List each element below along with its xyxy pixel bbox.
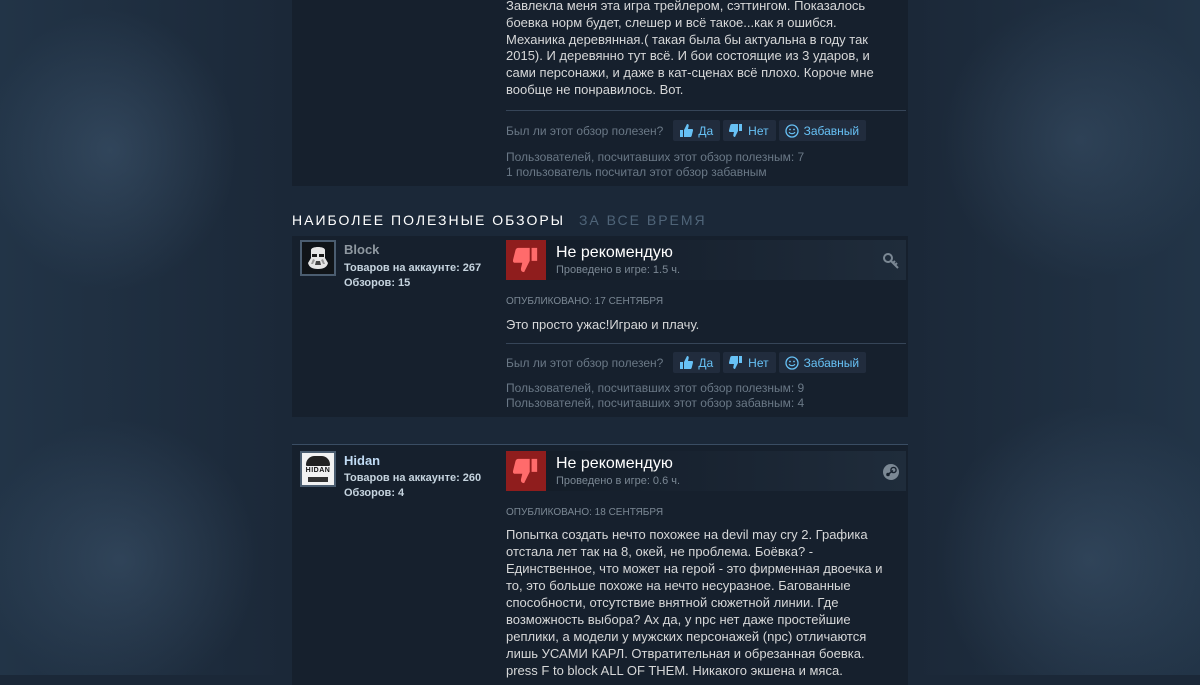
vote-funny-label: Забавный: [803, 123, 860, 138]
review-text: Это просто ужас!Играю и плачу.: [506, 317, 700, 332]
vote-yes-label: Да: [698, 123, 714, 138]
thumbs-down-icon: [513, 458, 538, 484]
vote-funny-button[interactable]: Забавный: [778, 120, 867, 141]
vote-yes-button[interactable]: Да: [673, 120, 721, 141]
divider: [506, 343, 906, 344]
author-meta: Товаров на аккаунте: 260 Обзоров: 4: [344, 471, 481, 501]
stat-helpful: Пользователей, посчитавших этот обзор по…: [506, 150, 805, 164]
author-name[interactable]: Block: [344, 242, 379, 257]
review-verdict[interactable]: Не рекомендую Проведено в игре: 1.5 ч.: [506, 240, 906, 280]
divider: [506, 110, 906, 111]
stormtrooper-avatar-icon: [302, 242, 334, 274]
posted-date: ОПУБЛИКОВАНО: 18 СЕНТЯБРЯ: [506, 507, 664, 518]
section-header: НАИБОЛЕЕ ПОЛЕЗНЫЕ ОБЗОРЫ ЗА ВСЕ ВРЕМЯ: [292, 212, 707, 228]
thumbs-up-icon: [680, 356, 694, 369]
thumbs-down-badge: [506, 451, 546, 491]
helpful-question: Был ли этот обзор полезен?: [506, 355, 664, 370]
smiley-icon: [784, 355, 799, 370]
playtime: Проведено в игре: 0.6 ч.: [556, 475, 681, 487]
author-review-count[interactable]: Обзоров: 4: [344, 486, 481, 501]
section-subtitle[interactable]: ЗА ВСЕ ВРЕМЯ: [579, 212, 707, 228]
author-review-count[interactable]: Обзоров: 15: [344, 276, 481, 291]
avatar[interactable]: HIDAN: [300, 451, 336, 487]
stat-funny: 1 пользователь посчитал этот обзор забав…: [506, 164, 767, 179]
review-stats: Пользователей, посчитавших этот обзор по…: [506, 150, 804, 179]
thumbs-down-icon: [513, 247, 538, 273]
avatar-text: HIDAN: [305, 467, 331, 474]
posted-date: ОПУБЛИКОВАНО: 17 СЕНТЯБРЯ: [506, 296, 664, 307]
helpful-row: Был ли этот обзор полезен? Да Нет Забавн…: [506, 352, 869, 373]
avatar[interactable]: [300, 240, 336, 276]
vote-funny-button[interactable]: Забавный: [778, 352, 867, 373]
thumbs-down-badge: [506, 240, 546, 280]
review-text: Попытка создать нечто похожее на devil m…: [506, 527, 883, 678]
stat-helpful: Пользователей, посчитавших этот обзор по…: [506, 381, 805, 395]
playtime: Проведено в игре: 1.5 ч.: [556, 264, 681, 276]
stat-funny: Пользователей, посчитавших этот обзор за…: [506, 395, 805, 410]
vote-yes-button[interactable]: Да: [673, 352, 721, 373]
review-text: Завлекла меня эта игра трейлером, сэттин…: [506, 0, 874, 97]
vote-yes-label: Да: [698, 355, 714, 370]
author-products[interactable]: Товаров на аккаунте: 267: [344, 261, 481, 276]
author-meta: Товаров на аккаунте: 267 Обзоров: 15: [344, 261, 481, 291]
vote-no-label: Нет: [748, 123, 769, 138]
smiley-icon: [784, 123, 799, 138]
verdict-title: Не рекомендую: [556, 455, 673, 472]
section-title: НАИБОЛЕЕ ПОЛЕЗНЫЕ ОБЗОРЫ: [292, 212, 566, 228]
thumbs-down-icon: [729, 356, 743, 369]
vote-no-button[interactable]: Нет: [723, 352, 776, 373]
hidan-avatar-image: HIDAN: [302, 453, 334, 485]
review-stats: Пользователей, посчитавших этот обзор по…: [506, 381, 804, 410]
vote-no-button[interactable]: Нет: [723, 120, 776, 141]
steam-icon: [883, 464, 899, 480]
vote-funny-label: Забавный: [803, 355, 860, 370]
thumbs-up-icon: [680, 124, 694, 137]
key-icon: [883, 253, 899, 269]
author-name[interactable]: Hidan: [344, 453, 380, 468]
vote-no-label: Нет: [748, 355, 769, 370]
review-verdict[interactable]: Не рекомендую Проведено в игре: 0.6 ч.: [506, 451, 906, 491]
author-products[interactable]: Товаров на аккаунте: 260: [344, 471, 481, 486]
helpful-question: Был ли этот обзор полезен?: [506, 123, 664, 138]
helpful-row: Был ли этот обзор полезен? Да Нет Забавн…: [506, 120, 869, 141]
thumbs-down-icon: [729, 124, 743, 137]
verdict-title: Не рекомендую: [556, 244, 673, 261]
